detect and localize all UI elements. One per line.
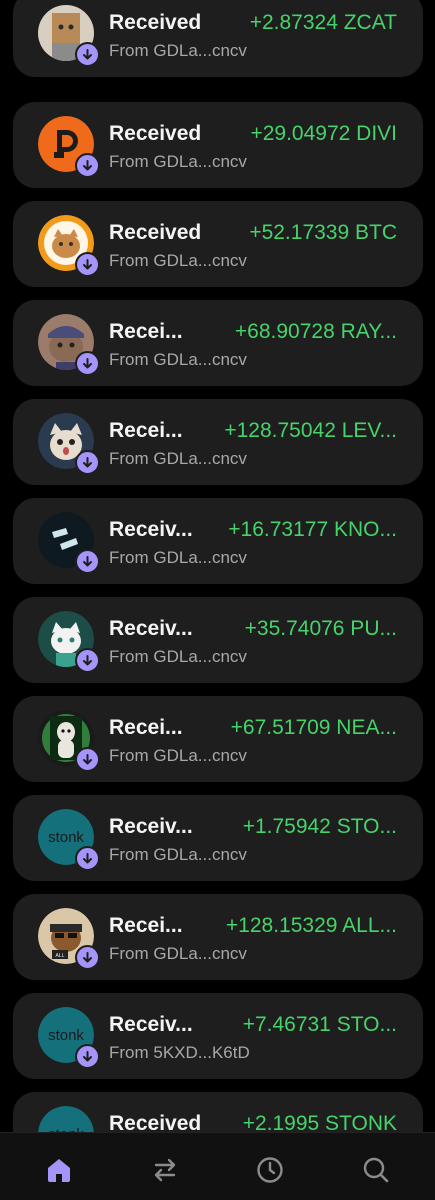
search-icon [363,1157,389,1183]
transaction-row[interactable]: Received +2.87324 ZCAT From GDLa...cncv [13,0,423,77]
transaction-sender: From GDLa...cncv [109,41,247,60]
token-avatar [38,314,100,376]
transaction-row[interactable]: ALL Recei... +128.15329 ALL... From GDLa… [13,894,423,980]
bottom-nav [0,1132,435,1200]
token-avatar [38,710,100,772]
stonk-logo-text: stonk [48,1027,84,1044]
transaction-sender: From GDLa...cncv [109,845,247,864]
transaction-amount: +1.75942 STO... [242,815,397,838]
transaction-title: Received [109,122,202,145]
arrow-down-icon [75,42,100,67]
transaction-sender: From GDLa...cncv [109,449,247,468]
transaction-row[interactable]: stonk Receiv... +7.46731 STO... From 5KX… [13,993,423,1079]
token-avatar [38,5,100,67]
transaction-amount: +68.90728 RAY... [234,320,397,343]
transaction-row[interactable]: Recei... +68.90728 RAY... From GDLa...cn… [13,300,423,386]
token-avatar [38,413,100,475]
swap-icon [154,1158,176,1182]
transaction-row[interactable]: stonk Received +2.1995 STONK [13,1092,423,1132]
transaction-title: Receiv... [109,815,193,838]
transaction-sender: From 5KXD...K6tD [109,1043,250,1062]
transaction-row[interactable]: Received +52.17339 BTC From GDLa...cncv [13,201,423,287]
arrow-down-icon [75,549,100,574]
token-avatar: stonk [38,809,100,871]
token-avatar: ALL [38,908,100,970]
transaction-sender: From GDLa...cncv [109,647,247,666]
transaction-title: Received [109,11,202,34]
transaction-row[interactable]: Received +29.04972 DIVI From GDLa...cncv [13,102,423,188]
transaction-title: Recei... [109,320,183,343]
transaction-sender: From GDLa...cncv [109,548,247,567]
transaction-title: Recei... [109,914,183,937]
transaction-row[interactable]: Recei... +128.75042 LEV... From GDLa...c… [13,399,423,485]
nav-home-button[interactable] [42,1153,76,1187]
transaction-row[interactable]: Recei... +67.51709 NEA... From GDLa...cn… [13,696,423,782]
transaction-amount: +16.73177 KNO... [228,518,397,541]
transaction-title: Receiv... [109,617,193,640]
transaction-title: Received [109,221,202,244]
arrow-down-icon [75,450,100,475]
arrow-down-icon [75,351,100,376]
nav-swap-button[interactable] [148,1153,182,1187]
transaction-sender: From GDLa...cncv [109,350,247,369]
transaction-sender: From GDLa...cncv [109,152,247,171]
arrow-down-icon [75,648,100,673]
activity-list: Received +2.87324 ZCAT From GDLa...cncv … [0,0,435,1132]
transaction-sender: From GDLa...cncv [109,944,247,963]
transaction-title: Recei... [109,716,183,739]
transaction-amount: +128.75042 LEV... [224,419,397,442]
arrow-down-icon [75,153,100,178]
transaction-title: Receiv... [109,518,193,541]
svg-text:ALL: ALL [56,953,65,959]
transaction-amount: +128.15329 ALL... [225,914,397,937]
home-icon [48,1159,70,1182]
token-avatar [38,611,100,673]
transaction-sender: From GDLa...cncv [109,746,247,765]
transaction-title: Received [109,1112,202,1132]
token-avatar: stonk [38,1007,100,1069]
arrow-down-icon [75,945,100,970]
transaction-row[interactable]: Receiv... +16.73177 KNO... From GDLa...c… [13,498,423,584]
transaction-amount: +2.87324 ZCAT [249,11,397,34]
token-avatar [38,215,100,277]
arrow-down-icon [75,747,100,772]
transaction-amount: +7.46731 STO... [242,1013,397,1036]
stonk-token-icon: stonk [38,1106,94,1132]
nav-activity-button[interactable] [253,1153,287,1187]
transaction-row[interactable]: stonk Receiv... +1.75942 STO... From GDL… [13,795,423,881]
nav-search-button[interactable] [359,1153,393,1187]
transaction-amount: +35.74076 PU... [244,617,397,640]
transaction-amount: +29.04972 DIVI [250,122,397,145]
transaction-amount: +52.17339 BTC [249,221,397,244]
arrow-down-icon [75,252,100,277]
token-avatar: stonk [38,1106,96,1132]
token-avatar [38,116,100,178]
token-avatar [38,512,100,574]
transaction-title: Recei... [109,419,183,442]
clock-icon [257,1157,283,1183]
stonk-logo-text: stonk [48,829,84,846]
transaction-sender: From GDLa...cncv [109,251,247,270]
arrow-down-icon [75,846,100,871]
transaction-amount: +2.1995 STONK [242,1112,397,1132]
transaction-row[interactable]: Receiv... +35.74076 PU... From GDLa...cn… [13,597,423,683]
transaction-amount: +67.51709 NEA... [230,716,397,739]
transaction-title: Receiv... [109,1013,193,1036]
arrow-down-icon [75,1044,100,1069]
